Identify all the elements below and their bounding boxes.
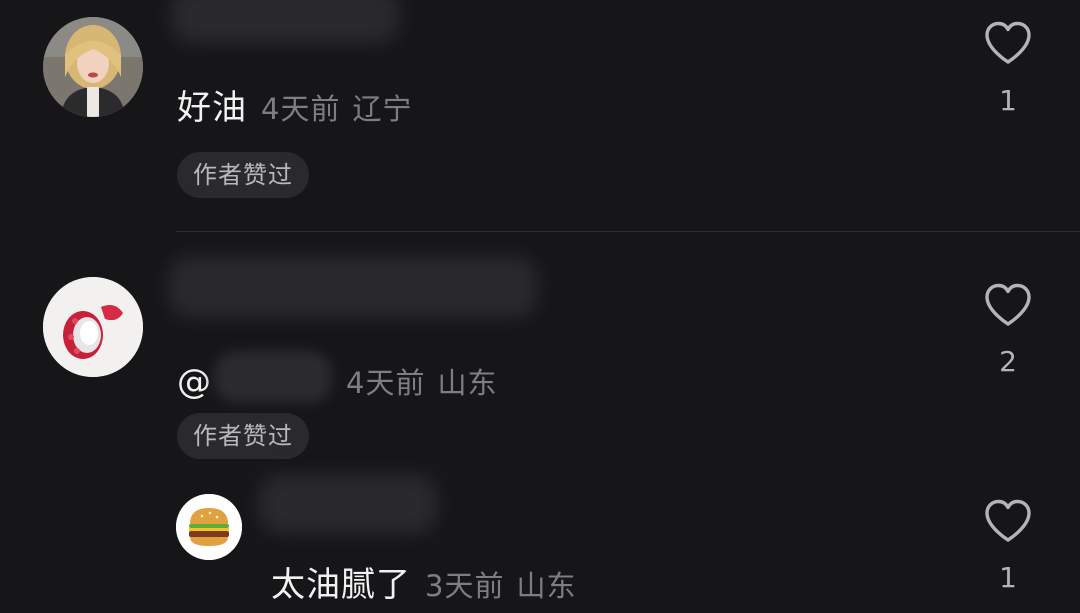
avatar[interactable]	[176, 494, 242, 560]
comment-time: 4天前	[346, 366, 426, 400]
divider	[176, 231, 1080, 232]
burger-emoji-avatar-icon	[176, 494, 242, 560]
blurred-username	[168, 256, 538, 318]
comment-location: 山东	[437, 366, 498, 400]
like-count: 2	[999, 345, 1017, 378]
like-button[interactable]	[984, 283, 1032, 327]
user-photo-avatar-icon	[43, 17, 143, 117]
comment-content-line: 好油 4天前 辽宁	[177, 80, 412, 129]
comment-location: 山东	[516, 569, 577, 603]
like-count: 1	[999, 84, 1017, 117]
heart-icon	[985, 21, 1031, 64]
comment-location: 辽宁	[352, 92, 413, 126]
comment-text[interactable]: 太油腻了	[271, 557, 411, 606]
comment-meta: 3天前 山东	[425, 563, 576, 605]
comment-meta: 4天前 辽宁	[261, 86, 412, 128]
avatar[interactable]	[43, 17, 143, 117]
author-liked-badge: 作者赞过	[177, 413, 309, 459]
like-button[interactable]	[984, 21, 1032, 65]
comment-content-line: 太油腻了 3天前 山东	[271, 557, 576, 606]
comment-text[interactable]: @	[177, 362, 212, 402]
lychee-avatar-icon	[43, 277, 143, 377]
like-count: 1	[999, 561, 1017, 594]
heart-icon	[985, 499, 1031, 542]
avatar[interactable]	[43, 277, 143, 377]
comment-content-line: @ 4天前 山东	[177, 341, 497, 403]
comment-time: 4天前	[261, 92, 341, 126]
blurred-mention	[214, 351, 332, 403]
author-liked-badge: 作者赞过	[177, 152, 309, 198]
like-button[interactable]	[984, 499, 1032, 543]
heart-icon	[985, 283, 1031, 326]
comment-text[interactable]: 好油	[177, 80, 247, 129]
comment-time: 3天前	[425, 569, 505, 603]
blurred-username	[258, 474, 438, 534]
blurred-username	[170, 0, 400, 44]
comment-meta: 4天前 山东	[346, 360, 497, 402]
